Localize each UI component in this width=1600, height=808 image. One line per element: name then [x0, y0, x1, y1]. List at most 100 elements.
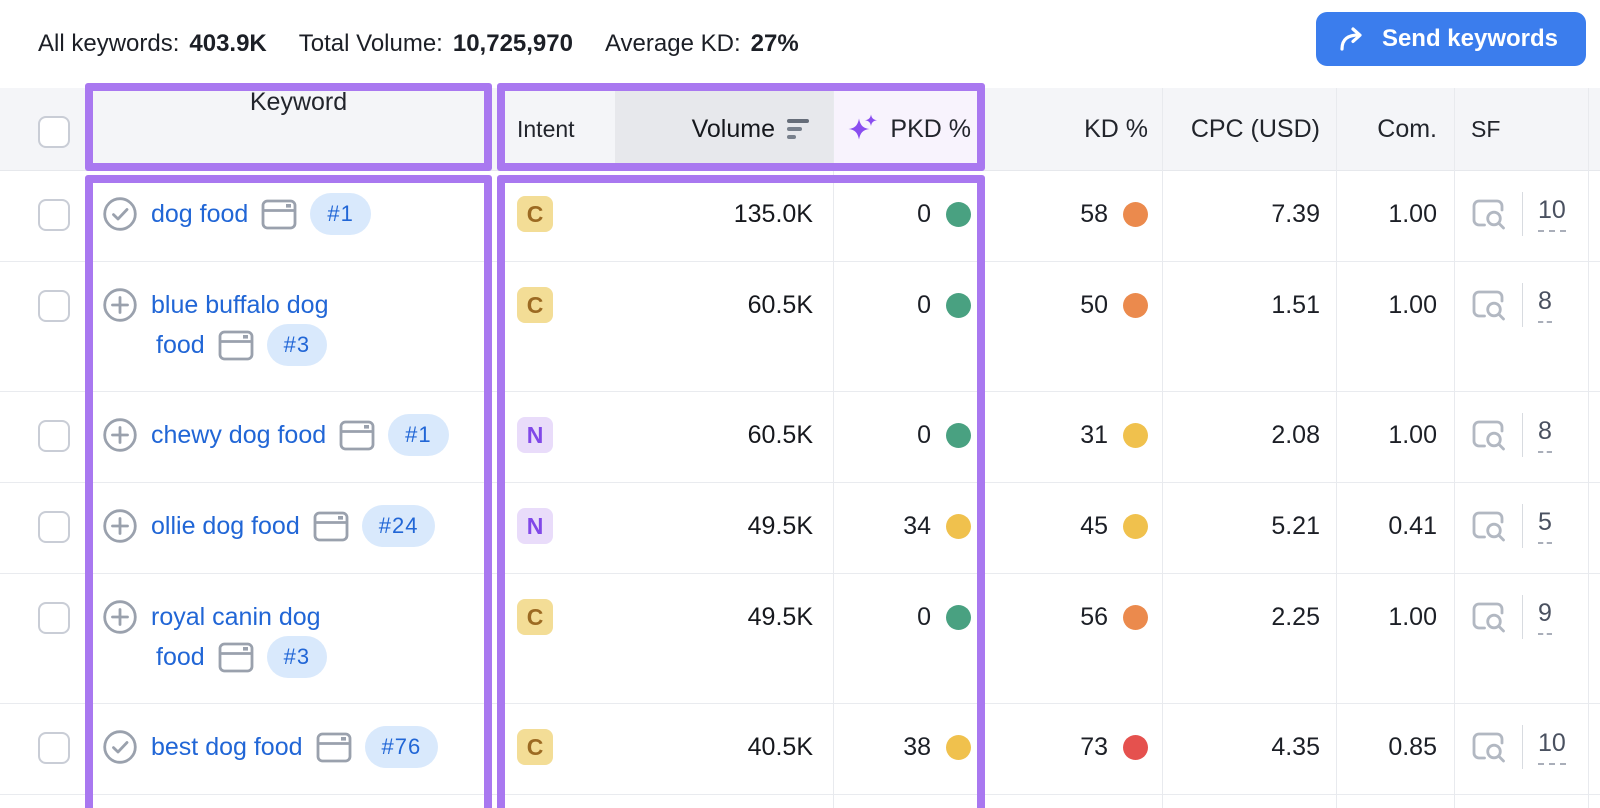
column-header-intent[interactable]: Intent	[495, 88, 615, 170]
com-value: 0.41	[1388, 511, 1437, 540]
keyword-link[interactable]: food	[156, 331, 205, 360]
pkd-value: 38	[903, 732, 931, 761]
sf-count[interactable]: 8	[1538, 287, 1552, 323]
com-cell: 0.41	[1336, 483, 1454, 573]
add-plus-circle-icon[interactable]	[102, 599, 138, 635]
row-checkbox-cell	[0, 262, 85, 391]
keyword-link[interactable]: chewy dog food	[151, 421, 326, 450]
column-header-sf[interactable]: SF	[1454, 88, 1600, 170]
sf-divider	[1522, 413, 1523, 457]
stat-value: 27%	[750, 30, 799, 57]
stat-value: 403.9K	[189, 30, 267, 57]
sort-descending-icon[interactable]	[787, 118, 813, 140]
keyword-link[interactable]: royal canin dog	[151, 603, 321, 632]
kd-cell: 45	[985, 483, 1162, 573]
column-header-volume[interactable]: Volume	[615, 88, 833, 170]
column-header-pkd[interactable]: PKD %	[833, 88, 985, 170]
kd-difficulty-dot	[1123, 292, 1148, 318]
intent-badge: C	[517, 729, 553, 765]
column-header-kd[interactable]: KD %	[985, 88, 1162, 170]
sf-cell: 9	[1454, 574, 1600, 703]
pkd-cell: 0	[833, 574, 985, 703]
volume-cell: 49.5K	[615, 483, 833, 573]
rank-badge[interactable]: #24	[361, 505, 436, 547]
sf-count[interactable]: 10	[1538, 729, 1566, 765]
pkd-value: 0	[917, 420, 931, 449]
send-keywords-button[interactable]: Send keywords	[1315, 12, 1586, 66]
pkd-difficulty-dot	[946, 201, 971, 227]
kd-value: 31	[1080, 420, 1108, 449]
cpc-cell: 2.08	[1162, 392, 1336, 482]
rank-badge[interactable]: #1	[310, 193, 371, 235]
cpc-cell: 4.35	[1162, 704, 1336, 794]
sf-count[interactable]: 8	[1538, 417, 1552, 453]
keyword-cell: royal canin dog #3 food #3	[85, 574, 495, 703]
row-checkbox[interactable]	[38, 420, 70, 452]
column-header-keyword[interactable]: Keyword	[85, 88, 495, 170]
serp-preview-icon[interactable]	[218, 642, 254, 673]
sf-count[interactable]: 10	[1538, 196, 1566, 232]
kd-value: 50	[1080, 290, 1108, 319]
serp-features-magnifier-icon[interactable]	[1471, 197, 1507, 231]
com-value: 1.00	[1388, 199, 1437, 228]
row-checkbox[interactable]	[38, 199, 70, 231]
keyword-link[interactable]: blue buffalo dog	[151, 291, 328, 320]
added-check-circle-icon[interactable]	[102, 729, 138, 765]
stat-total-volume: Total Volume: 10,725,970	[299, 30, 573, 58]
kd-cell: 56	[985, 574, 1162, 703]
com-cell: 1.00	[1336, 574, 1454, 703]
column-label: Keyword	[249, 88, 348, 116]
serp-features-magnifier-icon[interactable]	[1471, 288, 1507, 322]
column-label: Volume	[691, 114, 775, 143]
rank-badge[interactable]: #76	[364, 726, 439, 768]
stat-value: 10,725,970	[452, 30, 573, 57]
serp-preview-icon[interactable]	[313, 511, 349, 542]
serp-preview-icon[interactable]	[316, 732, 352, 763]
rank-badge[interactable]: #3	[266, 636, 328, 678]
serp-preview-icon[interactable]	[339, 420, 375, 451]
com-value: 1.00	[1388, 602, 1437, 631]
cpc-cell: 1.51	[1162, 262, 1336, 391]
select-all-checkbox[interactable]	[38, 115, 70, 148]
row-checkbox[interactable]	[38, 602, 70, 634]
serp-features-magnifier-icon[interactable]	[1471, 418, 1507, 452]
row-checkbox[interactable]	[38, 732, 70, 764]
table-row: best dog food #76 #76 C 40.5K 38	[0, 704, 1600, 795]
row-checkbox-cell	[0, 704, 85, 794]
rank-badge[interactable]: #1	[388, 414, 449, 456]
row-checkbox[interactable]	[38, 511, 70, 543]
keyword-link[interactable]: ollie dog food	[151, 512, 300, 541]
keyword-link[interactable]: food	[156, 643, 205, 672]
com-cell: 1.00	[1336, 171, 1454, 261]
row-checkbox[interactable]	[38, 290, 70, 322]
column-header-com[interactable]: Com.	[1336, 88, 1454, 170]
table-row: ollie dog food #24 #24 N 49.5K 34	[0, 483, 1600, 574]
keyword-link[interactable]: dog food	[151, 200, 248, 229]
sf-count[interactable]: 9	[1538, 599, 1552, 635]
intent-badge: C	[517, 196, 553, 232]
volume-cell: 60.5K	[615, 392, 833, 482]
pkd-difficulty-dot	[946, 513, 971, 539]
serp-features-magnifier-icon[interactable]	[1471, 509, 1507, 543]
serp-preview-icon[interactable]	[218, 330, 254, 361]
com-value: 1.00	[1388, 420, 1437, 449]
add-plus-circle-icon[interactable]	[102, 287, 138, 323]
serp-preview-icon[interactable]	[261, 199, 297, 230]
pkd-difficulty-dot	[946, 734, 971, 760]
kd-value: 58	[1080, 199, 1108, 228]
keyword-link[interactable]: best dog food	[151, 733, 303, 762]
cpc-value: 1.51	[1271, 290, 1320, 319]
sf-count[interactable]: 5	[1538, 508, 1552, 544]
table-header-row: Keyword Intent Volume PKD % KD % CPC (US…	[0, 88, 1600, 171]
column-label: SF	[1471, 115, 1501, 142]
column-header-cpc[interactable]: CPC (USD)	[1162, 88, 1336, 170]
table-row: chewy dog food #1 #1 N 60.5K 0	[0, 392, 1600, 483]
added-check-circle-icon[interactable]	[102, 196, 138, 232]
intent-cell: C	[495, 704, 615, 794]
rank-badge[interactable]: #3	[266, 324, 328, 366]
add-plus-circle-icon[interactable]	[102, 417, 138, 453]
serp-features-magnifier-icon[interactable]	[1471, 600, 1507, 634]
serp-features-magnifier-icon[interactable]	[1471, 730, 1507, 764]
add-plus-circle-icon[interactable]	[102, 508, 138, 544]
row-checkbox-cell	[0, 392, 85, 482]
